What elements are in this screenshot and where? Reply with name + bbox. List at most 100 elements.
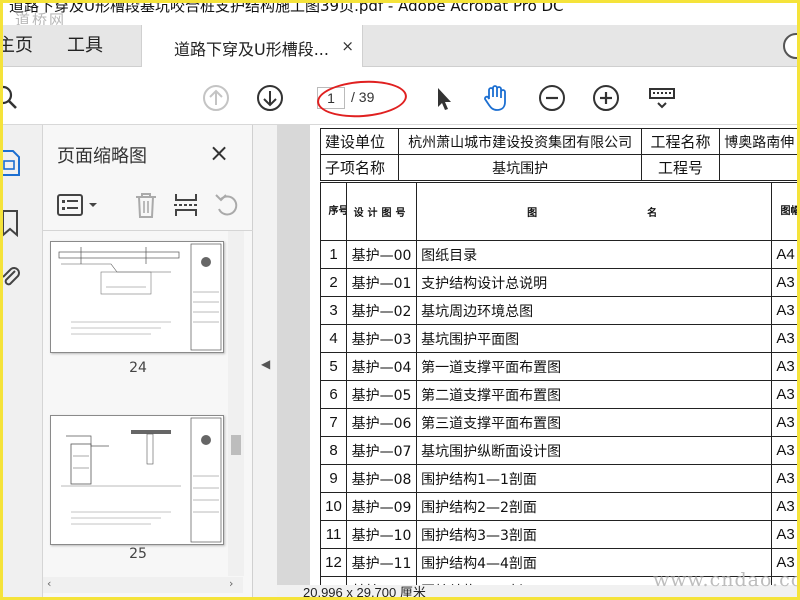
thumbnails-panel: 页面缩略图 × 24 25 ‹ › bbox=[43, 125, 253, 597]
tab-home[interactable]: 主页 bbox=[3, 25, 33, 67]
project-name-label: 工程名称 bbox=[640, 128, 721, 155]
row-number: 12 bbox=[319, 548, 348, 577]
row-sheet-size: A3 bbox=[771, 268, 797, 297]
toolbar: / 39 bbox=[3, 67, 797, 125]
page-thumbnail[interactable] bbox=[50, 241, 224, 353]
row-number: 11 bbox=[319, 520, 348, 549]
attachment-icon[interactable] bbox=[3, 263, 21, 291]
table-row: 3 基护—02 基坑周边环境总图 A3 bbox=[319, 296, 797, 325]
row-drawing-code: 基护—05 bbox=[346, 380, 418, 409]
previous-page-icon[interactable] bbox=[201, 83, 231, 113]
column-header-name: 图名 bbox=[416, 182, 773, 241]
row-drawing-code: 基护—02 bbox=[346, 296, 418, 325]
zoom-in-icon[interactable] bbox=[591, 83, 621, 113]
acrobat-window: 道路下穿及U形槽段基坑咬合桩支护结构施工图39页.pdf - Adobe Acr… bbox=[3, 3, 797, 597]
row-drawing-name: 支护结构设计总说明 bbox=[416, 268, 773, 297]
project-no-value bbox=[719, 154, 797, 181]
zoom-out-icon[interactable] bbox=[537, 83, 567, 113]
keyboard-icon[interactable] bbox=[647, 83, 677, 113]
tab-tools[interactable]: 工具 bbox=[67, 25, 103, 67]
row-number: 6 bbox=[319, 380, 348, 409]
delete-page-icon[interactable] bbox=[133, 191, 159, 219]
row-sheet-size: A3 bbox=[771, 464, 797, 493]
build-unit-value: 杭州萧山城市建设投资集团有限公司 bbox=[398, 128, 642, 155]
insert-page-icon[interactable] bbox=[173, 191, 199, 219]
close-tab-icon[interactable]: × bbox=[341, 37, 354, 55]
row-number: 3 bbox=[319, 296, 348, 325]
bookmark-icon[interactable] bbox=[3, 209, 21, 237]
row-drawing-name: 围护结构2—2剖面 bbox=[416, 492, 773, 521]
row-drawing-code: 基护—09 bbox=[346, 492, 418, 521]
row-drawing-name: 第二道支撑平面布置图 bbox=[416, 380, 773, 409]
document-tab[interactable]: 道路下穿及U形槽段... × bbox=[141, 25, 363, 68]
thumbnail-scrollbar[interactable] bbox=[228, 231, 244, 576]
close-panel-icon[interactable]: × bbox=[209, 139, 229, 167]
page-thumbnails-icon[interactable] bbox=[3, 149, 21, 177]
table-row: 4 基护—03 基坑围护平面图 A3 bbox=[319, 324, 797, 353]
left-rail bbox=[3, 125, 43, 597]
row-sheet-size: A3 bbox=[771, 296, 797, 325]
project-name-value: 博奥路南伸 bbox=[719, 128, 797, 155]
document-viewer[interactable]: 建设单位 杭州萧山城市建设投资集团有限公司 工程名称 博奥路南伸 子项名称 基坑… bbox=[277, 125, 797, 585]
select-arrow-icon[interactable] bbox=[429, 83, 459, 113]
row-sheet-size: A3 bbox=[771, 380, 797, 409]
scroll-right-icon[interactable]: › bbox=[229, 577, 233, 590]
row-drawing-code: 基护—10 bbox=[346, 520, 418, 549]
table-row: 9 基护—08 围护结构1—1剖面 A3 bbox=[319, 464, 797, 493]
table-row: 11 基护—10 围护结构3—3剖面 A3 bbox=[319, 520, 797, 549]
horizontal-scrollbar[interactable]: ‹ › bbox=[43, 577, 243, 593]
document-header-table: 建设单位 杭州萧山城市建设投资集团有限公司 工程名称 博奥路南伸 子项名称 基坑… bbox=[319, 128, 797, 181]
row-drawing-name: 基坑周边环境总图 bbox=[416, 296, 773, 325]
row-number: 9 bbox=[319, 464, 348, 493]
rotate-page-icon[interactable] bbox=[213, 191, 241, 219]
table-header-row: 序号 设计图号 图名 图幅 bbox=[319, 182, 797, 241]
pdf-page: 建设单位 杭州萧山城市建设投资集团有限公司 工程名称 博奥路南伸 子项名称 基坑… bbox=[310, 125, 797, 585]
column-header-size-text: 图幅 bbox=[780, 205, 797, 217]
table-row: 5 基护—04 第一道支撑平面布置图 A3 bbox=[319, 352, 797, 381]
thumbnail-drawing bbox=[61, 417, 222, 543]
column-header-no-text: 序号 bbox=[328, 205, 347, 217]
table-row: 7 基护—06 第三道支撑平面布置图 A3 bbox=[319, 408, 797, 437]
title-bar: 道路下穿及U形槽段基坑咬合桩支护结构施工图39页.pdf - Adobe Acr… bbox=[3, 3, 797, 25]
help-icon[interactable] bbox=[783, 33, 797, 59]
subitem-label: 子项名称 bbox=[319, 154, 400, 181]
column-header-no: 序号 bbox=[319, 182, 348, 241]
next-page-icon[interactable] bbox=[255, 83, 285, 113]
row-number: 7 bbox=[319, 408, 348, 437]
row-number: 2 bbox=[319, 268, 348, 297]
row-drawing-code: 基护—06 bbox=[346, 408, 418, 437]
collapse-arrow-icon[interactable]: ◀ bbox=[261, 357, 270, 371]
panel-title: 页面缩略图 bbox=[57, 146, 147, 167]
row-sheet-size: A3 bbox=[771, 324, 797, 353]
document-tab-label: 道路下穿及U形槽段... bbox=[174, 40, 329, 59]
page-thumbnail[interactable] bbox=[50, 415, 224, 545]
thumbnail-page-number: 25 bbox=[129, 546, 147, 562]
thumbnail-tools bbox=[43, 181, 253, 231]
scroll-left-icon[interactable]: ‹ bbox=[47, 577, 51, 590]
row-drawing-name: 围护结构3—3剖面 bbox=[416, 520, 773, 549]
thumbnail-page-number: 24 bbox=[129, 360, 147, 376]
hand-tool-icon[interactable] bbox=[481, 83, 511, 113]
thumbnail-options-icon[interactable] bbox=[57, 193, 101, 217]
row-drawing-code: 基护—11 bbox=[346, 548, 418, 577]
scrollbar-thumb[interactable] bbox=[231, 435, 241, 455]
row-number: 1 bbox=[319, 240, 348, 269]
row-drawing-name: 基坑围护纵断面设计图 bbox=[416, 436, 773, 465]
row-sheet-size: A3 bbox=[771, 436, 797, 465]
row-number: 10 bbox=[319, 492, 348, 521]
row-drawing-code: 基护—08 bbox=[346, 464, 418, 493]
row-drawing-name: 基坑围护平面图 bbox=[416, 324, 773, 353]
watermark-bottom: www.cndao.com bbox=[653, 569, 797, 591]
window-title: 道路下穿及U形槽段基坑咬合桩支护结构施工图39页.pdf - Adobe Acr… bbox=[9, 3, 564, 15]
row-sheet-size: A3 bbox=[771, 408, 797, 437]
search-icon[interactable] bbox=[3, 83, 23, 113]
thumbnail-drawing bbox=[58, 243, 222, 351]
column-header-size: 图幅 bbox=[771, 182, 797, 241]
table-row: 8 基护—07 基坑围护纵断面设计图 A3 bbox=[319, 436, 797, 465]
row-sheet-size: A3 bbox=[771, 492, 797, 521]
row-number: 4 bbox=[319, 324, 348, 353]
row-drawing-name: 图纸目录 bbox=[416, 240, 773, 269]
collapse-panel-strip[interactable]: ◀ bbox=[253, 125, 277, 597]
row-drawing-name: 围护结构1—1剖面 bbox=[416, 464, 773, 493]
row-drawing-name: 第一道支撑平面布置图 bbox=[416, 352, 773, 381]
